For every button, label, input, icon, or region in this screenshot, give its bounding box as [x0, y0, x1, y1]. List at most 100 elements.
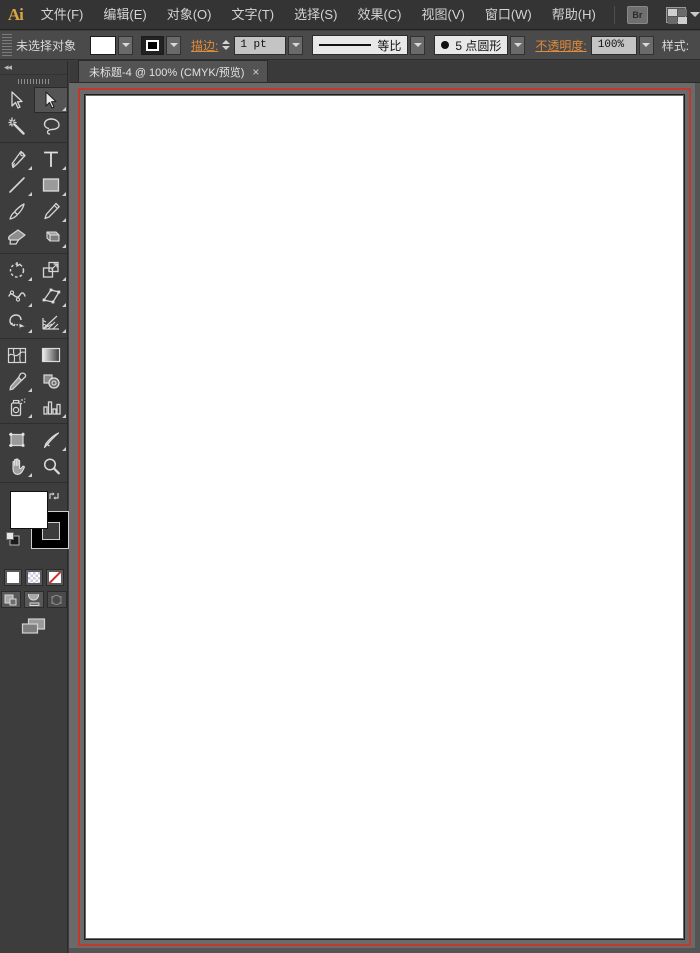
- eyedropper-tool[interactable]: [0, 368, 34, 394]
- double-arrow-left-icon: ◂◂: [4, 62, 12, 72]
- color-mode-none[interactable]: [45, 569, 64, 586]
- bridge-button[interactable]: Br: [626, 5, 648, 24]
- color-mode-solid[interactable]: [3, 569, 22, 586]
- menu-select[interactable]: 选择(S): [284, 0, 347, 30]
- draw-behind-mode[interactable]: [23, 591, 44, 608]
- tool-flyout-indicator: [62, 107, 66, 111]
- chevron-down-icon: [413, 43, 422, 47]
- scale-tool[interactable]: [34, 257, 68, 283]
- gradient-icon: [41, 347, 61, 363]
- change-screen-mode[interactable]: [0, 617, 67, 637]
- tool-flyout-indicator: [62, 414, 66, 418]
- opacity-input[interactable]: 100%: [590, 35, 637, 55]
- menu-file[interactable]: 文件(F): [31, 0, 94, 30]
- menu-type[interactable]: 文字(T): [221, 0, 284, 30]
- menu-edit[interactable]: 编辑(E): [93, 0, 156, 30]
- fill-swatch-dropdown[interactable]: [118, 35, 134, 55]
- stroke-weight-stepper[interactable]: [222, 36, 233, 55]
- blob-brush-tool[interactable]: [0, 224, 34, 250]
- toolbar-divider: [0, 142, 67, 143]
- draw-mode-buttons: [0, 591, 67, 608]
- paintbrush-tool[interactable]: [0, 198, 34, 224]
- column-graph-tool[interactable]: [34, 394, 68, 420]
- pencil-icon: [43, 202, 60, 219]
- menu-effect[interactable]: 效果(C): [347, 0, 411, 30]
- tool-flyout-indicator: [62, 447, 66, 451]
- free-transform-tool[interactable]: [34, 283, 68, 309]
- brush-definition-combo[interactable]: 5 点圆形: [434, 35, 509, 55]
- stroke-swatch[interactable]: [141, 35, 165, 55]
- style-label: 样式:: [661, 38, 690, 53]
- menu-help[interactable]: 帮助(H): [542, 0, 606, 30]
- menu-view[interactable]: 视图(V): [411, 0, 474, 30]
- slice-tool[interactable]: [34, 427, 68, 453]
- workspace-switcher[interactable]: [666, 6, 700, 24]
- blend-tool[interactable]: [34, 368, 68, 394]
- swap-fill-stroke-icon[interactable]: [48, 489, 60, 501]
- stroke-weight-input[interactable]: 1 pt: [234, 35, 287, 55]
- control-bar-grip[interactable]: [2, 33, 12, 57]
- blob-brush-icon: [8, 229, 26, 245]
- hand-tool[interactable]: [0, 453, 34, 479]
- canvas-area[interactable]: [69, 83, 700, 953]
- eyedropper-icon: [8, 371, 26, 390]
- line-segment-tool[interactable]: [0, 172, 34, 198]
- eraser-tool[interactable]: [34, 224, 68, 250]
- magic-wand-icon: [8, 117, 25, 135]
- perspective-grid-tool[interactable]: [34, 309, 68, 335]
- tools-panel: ◂◂: [0, 61, 69, 634]
- tools-panel-grip[interactable]: [0, 75, 67, 87]
- artboard-tool[interactable]: [0, 427, 34, 453]
- close-icon[interactable]: ×: [252, 66, 259, 78]
- stroke-profile-dropdown[interactable]: [410, 35, 426, 55]
- canvas-right-edge: [695, 83, 700, 953]
- shape-builder-tool[interactable]: [0, 309, 34, 335]
- selection-tool[interactable]: [0, 87, 34, 113]
- pen-tool[interactable]: [0, 146, 34, 172]
- screen-mode-icon: [21, 618, 45, 634]
- width-tool[interactable]: [0, 283, 34, 309]
- stroke-profile-combo[interactable]: 等比: [312, 35, 409, 55]
- draw-inside-mode[interactable]: [46, 591, 67, 608]
- fill-swatch[interactable]: [90, 35, 117, 55]
- document-tab[interactable]: 未标题-4 @ 100% (CMYK/预览) ×: [78, 60, 269, 82]
- mesh-tool[interactable]: [0, 342, 34, 368]
- toolbar-divider: [0, 423, 67, 424]
- pencil-tool[interactable]: [34, 198, 68, 224]
- menu-window[interactable]: 窗口(W): [475, 0, 542, 30]
- stroke-swatch-dropdown[interactable]: [166, 35, 182, 55]
- brush-preview-icon: [441, 41, 450, 49]
- stroke-label[interactable]: 描边:: [191, 37, 218, 54]
- draw-behind-icon: [28, 593, 40, 606]
- tools-panel-collapse[interactable]: ◂◂: [0, 61, 67, 75]
- stroke-weight-dropdown[interactable]: [288, 35, 304, 55]
- lasso-tool[interactable]: [34, 113, 68, 139]
- gradient-icon: [27, 572, 40, 583]
- brush-definition-dropdown[interactable]: [510, 35, 526, 55]
- opacity-dropdown[interactable]: [638, 35, 654, 55]
- fill-stroke-widget: [0, 489, 69, 567]
- direct-selection-tool[interactable]: [34, 87, 68, 113]
- magic-wand-tool[interactable]: [0, 113, 34, 139]
- chevron-down-icon: [642, 43, 651, 47]
- symbol-sprayer-tool[interactable]: [0, 394, 34, 420]
- tool-group-selection: [0, 87, 68, 139]
- type-tool[interactable]: [34, 146, 68, 172]
- rotate-tool[interactable]: [0, 257, 34, 283]
- slice-icon: [43, 432, 59, 449]
- illustrator-window: Ai 文件(F) 编辑(E) 对象(O) 文字(T) 选择(S) 效果(C) 视…: [0, 0, 700, 953]
- color-mode-gradient[interactable]: [24, 569, 43, 586]
- stepper-down-icon: [222, 46, 231, 50]
- type-T-icon: [44, 151, 58, 167]
- draw-normal-mode[interactable]: [0, 591, 21, 608]
- tool-flyout-indicator: [28, 192, 32, 196]
- default-fill-stroke-icon[interactable]: [6, 532, 20, 546]
- gradient-tool[interactable]: [34, 342, 68, 368]
- opacity-label[interactable]: 不透明度:: [535, 37, 586, 54]
- zoom-tool[interactable]: [34, 453, 68, 479]
- menu-object[interactable]: 对象(O): [157, 0, 222, 30]
- rectangle-tool[interactable]: [34, 172, 68, 198]
- fill-color-swatch[interactable]: [10, 491, 48, 529]
- artboard-page[interactable]: [86, 96, 683, 938]
- solid-color-icon: [6, 572, 19, 583]
